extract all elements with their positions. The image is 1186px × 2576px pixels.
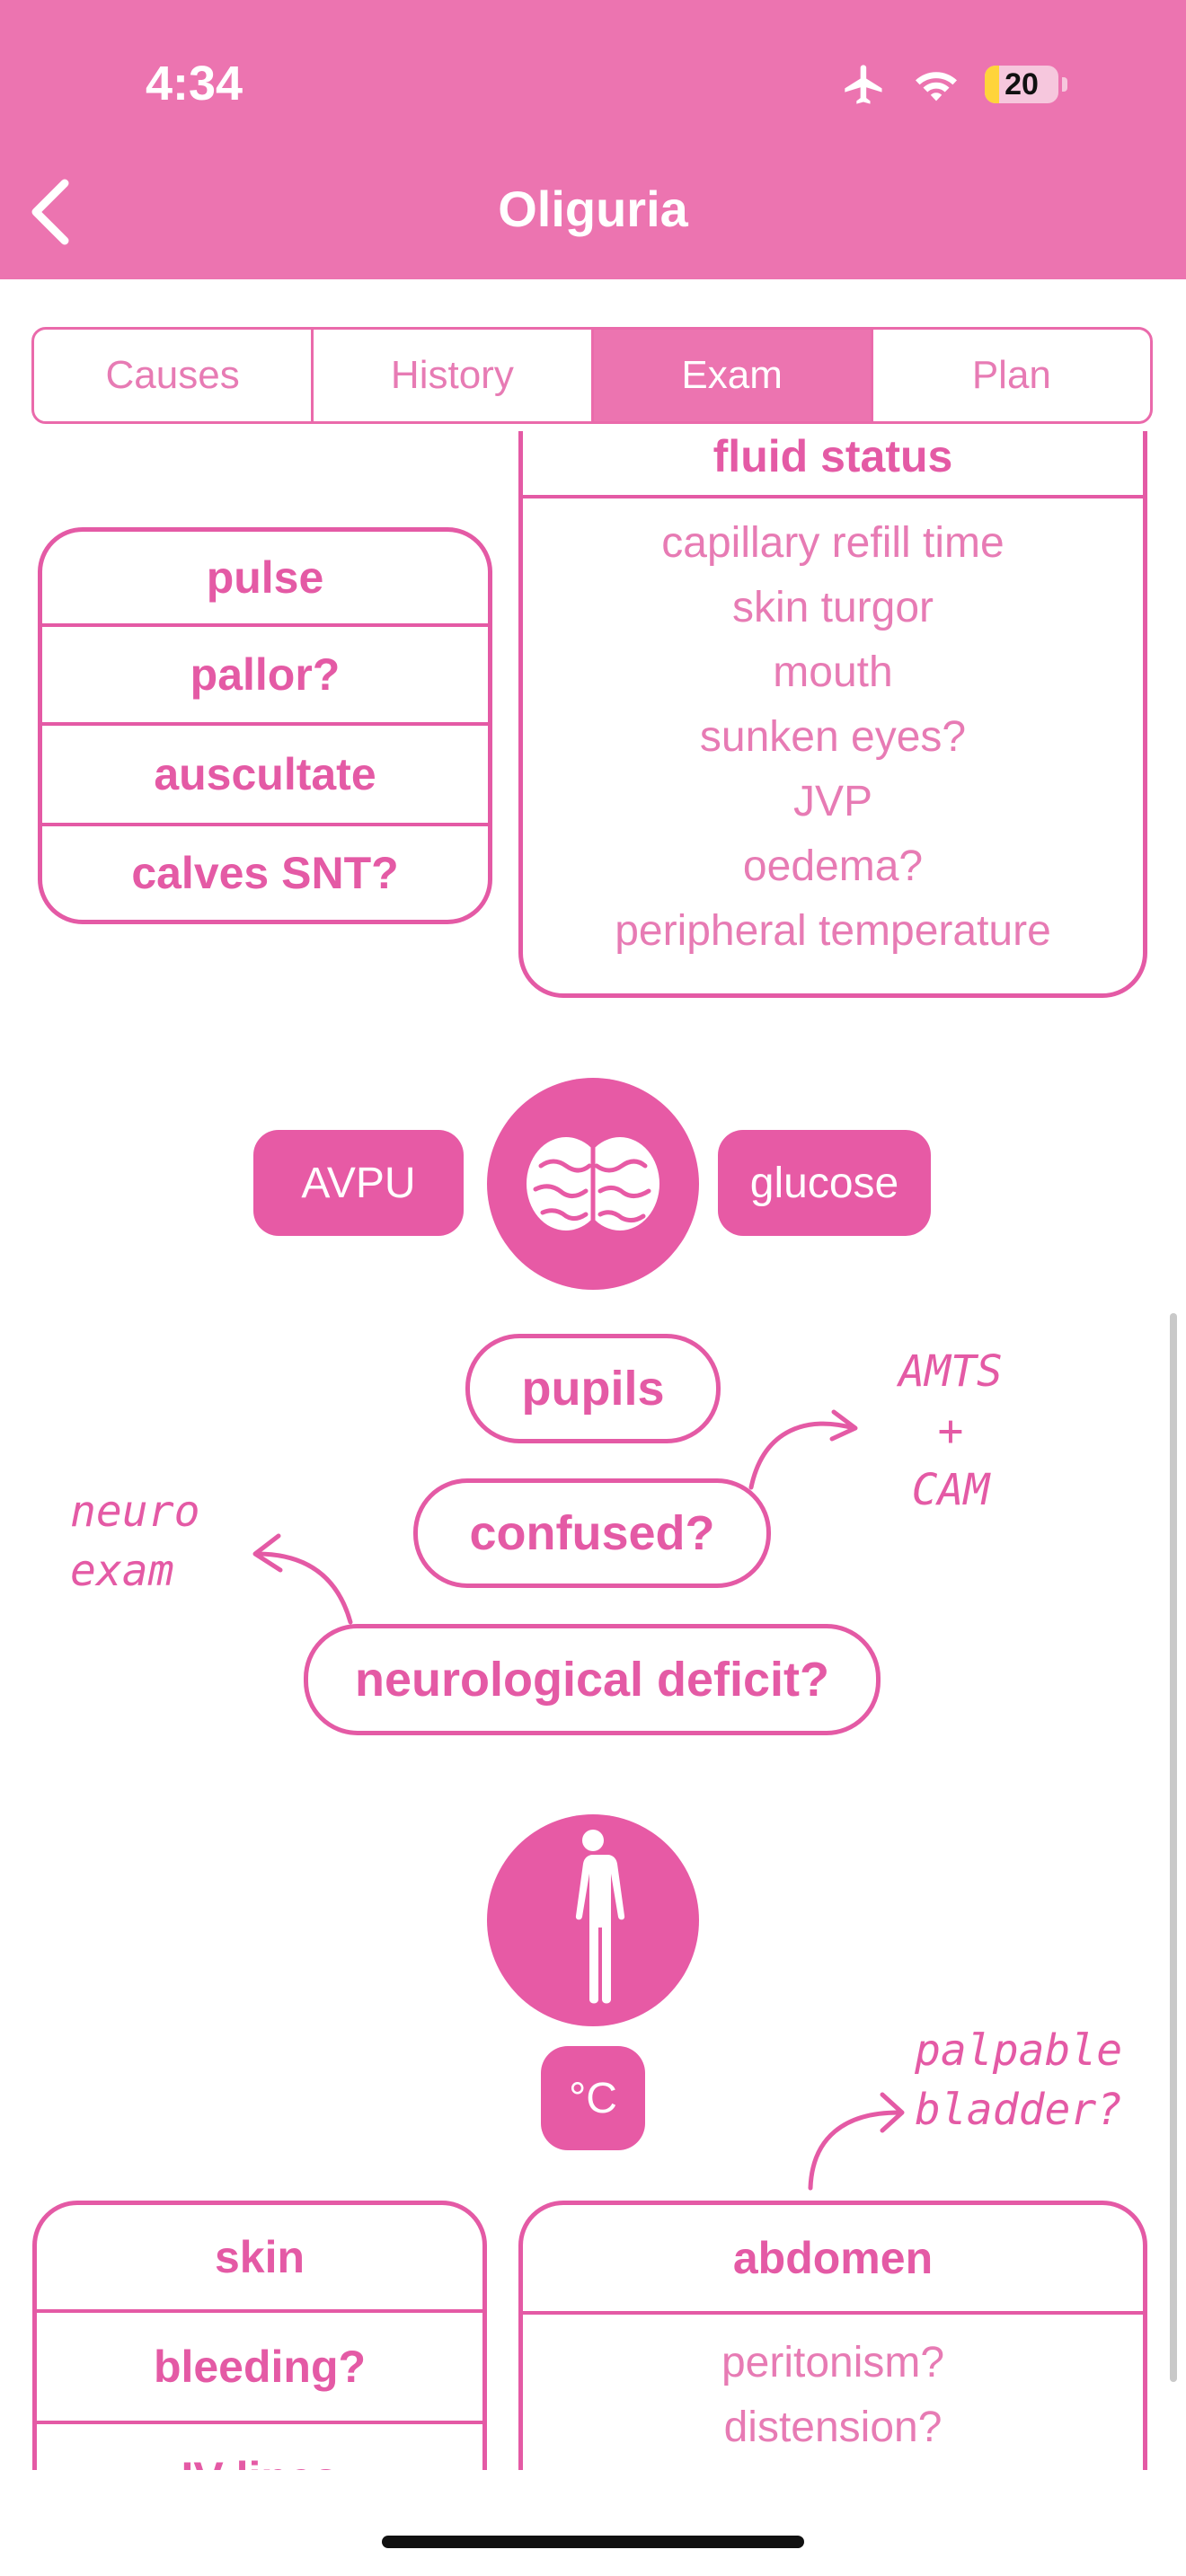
- abdomen-item: peritonism?: [721, 2339, 945, 2386]
- neuro-deficit-box: neurological deficit?: [304, 1624, 881, 1735]
- tab-plan[interactable]: Plan: [873, 330, 1150, 421]
- abdomen-header: abdomen: [523, 2205, 1143, 2315]
- bleeding-item: bleeding?: [37, 2313, 482, 2424]
- abdomen-item: distension?: [723, 2404, 943, 2451]
- tab-history[interactable]: History: [314, 330, 594, 421]
- glucose-pill: glucose: [718, 1130, 931, 1236]
- tab-causes[interactable]: Causes: [34, 330, 314, 421]
- airplane-icon: [845, 65, 882, 104]
- exam-item-pallor: pallor?: [42, 627, 488, 726]
- status-icons: 20: [841, 57, 1067, 111]
- pupils-box: pupils: [465, 1334, 721, 1443]
- fluid-item: sunken eyes?: [699, 713, 967, 761]
- brain-circle: [487, 1078, 699, 1290]
- note-line: AMTS: [898, 1346, 1003, 1397]
- fluid-item: mouth: [773, 648, 893, 696]
- note-line: palpable: [915, 2025, 1123, 2076]
- exam-item-calves: calves SNT?: [131, 848, 399, 898]
- fluid-item: JVP: [792, 778, 873, 825]
- avpu-pill: AVPU: [253, 1130, 464, 1236]
- page-title: Oliguria: [498, 181, 688, 237]
- note-amts-cam: AMTS + CAM: [861, 1342, 1040, 1520]
- fluid-status-header: fluid status: [523, 431, 1143, 498]
- fluid-status-box: fluid status capillary refill time skin …: [518, 431, 1147, 998]
- note-neuro-exam: neuro exam: [70, 1482, 250, 1601]
- skin-box: skin bleeding? IV lines: [32, 2201, 487, 2470]
- battery-icon: 20: [985, 66, 1058, 103]
- arrow-to-amts: [748, 1409, 858, 1490]
- note-line: bladder?: [915, 2085, 1123, 2135]
- fluid-item: peripheral temperature: [615, 907, 1051, 955]
- fluid-item: capillary refill time: [661, 519, 1005, 567]
- confused-box: confused?: [413, 1478, 771, 1588]
- abdomen-box: abdomen peritonism? distension?: [518, 2201, 1147, 2470]
- wifi-icon: [916, 72, 957, 101]
- segmented-tabs: Causes History Exam Plan: [31, 327, 1153, 424]
- temperature-pill: °C: [541, 2046, 645, 2150]
- fluid-item: oedema?: [742, 842, 924, 890]
- note-line: exam: [70, 1546, 174, 1596]
- note-palpable-bladder: palpable bladder?: [915, 2021, 1166, 2139]
- status-time: 4:34: [146, 57, 243, 110]
- tab-exam[interactable]: Exam: [593, 330, 873, 421]
- skin-header: skin: [37, 2205, 482, 2313]
- scrollbar[interactable]: [1170, 1313, 1177, 2382]
- arrow-to-neuro-exam: [252, 1533, 353, 1625]
- home-indicator[interactable]: [382, 2536, 804, 2548]
- note-line: neuro: [70, 1486, 200, 1537]
- brain-icon: [527, 1136, 659, 1233]
- exam-item-auscultate: auscultate: [42, 726, 488, 826]
- fluid-item: skin turgor: [731, 584, 934, 631]
- arrow-to-bladder: [808, 2092, 905, 2191]
- exam-content[interactable]: pulse pallor? auscultate calves SNT? flu…: [0, 431, 1186, 2470]
- exam-item-pulse: pulse: [42, 532, 488, 627]
- note-line: +: [937, 1406, 964, 1456]
- body-circle: [487, 1814, 699, 2026]
- battery-level: 20: [1005, 67, 1039, 101]
- iv-lines-item: IV lines: [37, 2424, 482, 2470]
- note-line: CAM: [911, 1465, 990, 1515]
- exam-box-general: pulse pallor? auscultate calves SNT?: [38, 527, 492, 924]
- person-icon: [575, 1830, 625, 2004]
